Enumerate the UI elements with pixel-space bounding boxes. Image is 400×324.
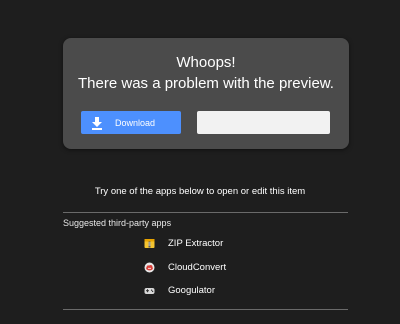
app-name: Googulator: [168, 284, 216, 296]
app-name: ZIP Extractor: [168, 237, 224, 249]
error-title: Whoops!: [176, 54, 236, 71]
cloudconvert-icon: [144, 262, 155, 272]
divider: [63, 212, 348, 213]
divider: [63, 309, 348, 310]
app-item-zip-extractor[interactable]: ZIP Extractor: [144, 236, 223, 250]
suggested-apps-heading: Suggested third-party apps: [63, 218, 172, 228]
download-button[interactable]: Download: [81, 111, 181, 134]
error-message: There was a problem with the preview.: [78, 75, 334, 92]
preview-error-card: Whoops! There was a problem with the pre…: [63, 38, 349, 149]
app-item-cloudconvert[interactable]: CloudConvert: [144, 260, 226, 274]
download-button-label: Download: [115, 117, 156, 128]
zip-extractor-icon: [144, 238, 155, 248]
download-icon: [92, 116, 102, 130]
app-name: CloudConvert: [168, 261, 227, 273]
open-with-button[interactable]: [197, 111, 330, 134]
googulator-icon: [144, 287, 155, 294]
app-item-googulator[interactable]: Googulator: [144, 283, 215, 297]
open-with-hint: Try one of the apps below to open or edi…: [94, 186, 306, 197]
